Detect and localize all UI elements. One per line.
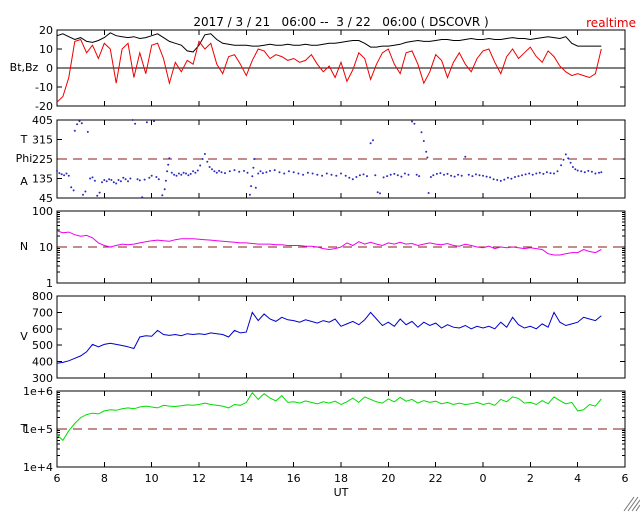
y-tick-label: 1e+4: [23, 461, 53, 474]
x-axis-tick-labels: 6 8 10 12 14 16 18 20 22 0 2 4 6: [54, 472, 629, 485]
tick-marks: [56, 295, 626, 379]
y-tick-label: 135: [32, 173, 53, 186]
panel-n: 100 10 1: [32, 205, 626, 290]
y-tick-label: 400: [32, 356, 53, 369]
panel-frame: [56, 295, 626, 379]
plot-canvas: 20100-10-2040531522513545100101800700600…: [23, 24, 640, 512]
y-tick-label: 20: [39, 24, 53, 37]
y-tick-label: 10: [39, 241, 53, 254]
x-tick-label: 2: [527, 472, 534, 485]
y-tick-label: -10: [35, 81, 53, 94]
x-tick-label: 18: [334, 472, 348, 485]
series-bz-line: [56, 38, 602, 103]
y-tick-label: 500: [32, 339, 53, 352]
x-tick-label: 8: [101, 472, 108, 485]
series-t-line: [56, 391, 602, 442]
panel-t: 1e+6 1e+5 1e+4: [23, 385, 626, 474]
y-tick-label: 10: [39, 43, 53, 56]
y-tick-label: 700: [32, 306, 53, 319]
x-tick-label: 14: [239, 472, 253, 485]
x-tick-label: 4: [574, 472, 581, 485]
x-tick-label: 6: [54, 472, 61, 485]
series-bt-line: [56, 32, 602, 53]
x-tick-label: 0: [480, 472, 487, 485]
y-tick-label: 225: [32, 153, 53, 166]
y-tick-label: 600: [32, 323, 53, 336]
series-n-line: [56, 230, 602, 256]
y-tick-label: 1: [46, 277, 53, 290]
y-tick-label: 405: [32, 114, 53, 127]
y-tick-label: 800: [32, 290, 53, 303]
y-tick-label: -20: [35, 100, 53, 113]
x-tick-label: 10: [145, 472, 159, 485]
x-tick-label: 22: [429, 472, 443, 485]
y-tick-label: 315: [32, 134, 53, 147]
corner-hatch-mark: [623, 496, 640, 512]
panel-bt-bz: 20 10 0 -10 -20: [35, 24, 626, 113]
y-tick-label: 45: [39, 192, 53, 205]
dscovr-solar-wind-plot: 2017 / 3 / 21 06:00 -- 3 / 22 06:00 ( DS…: [0, 0, 640, 512]
x-tick-label: 20: [381, 472, 395, 485]
y-tick-label: 1e+6: [23, 385, 53, 398]
y-tick-label: 0: [46, 62, 53, 75]
panel-phi: 405 315 225 135 45: [32, 114, 626, 205]
y-tick-label: 300: [32, 372, 53, 385]
panel-v: 800 700 600 500 400 300: [32, 290, 626, 385]
x-tick-label: 6: [622, 472, 629, 485]
x-tick-label: 12: [192, 472, 206, 485]
x-tick-label: 16: [287, 472, 301, 485]
series-v-line: [56, 311, 602, 364]
y-tick-label: 1e+5: [23, 423, 53, 436]
y-tick-label: 100: [32, 205, 53, 218]
